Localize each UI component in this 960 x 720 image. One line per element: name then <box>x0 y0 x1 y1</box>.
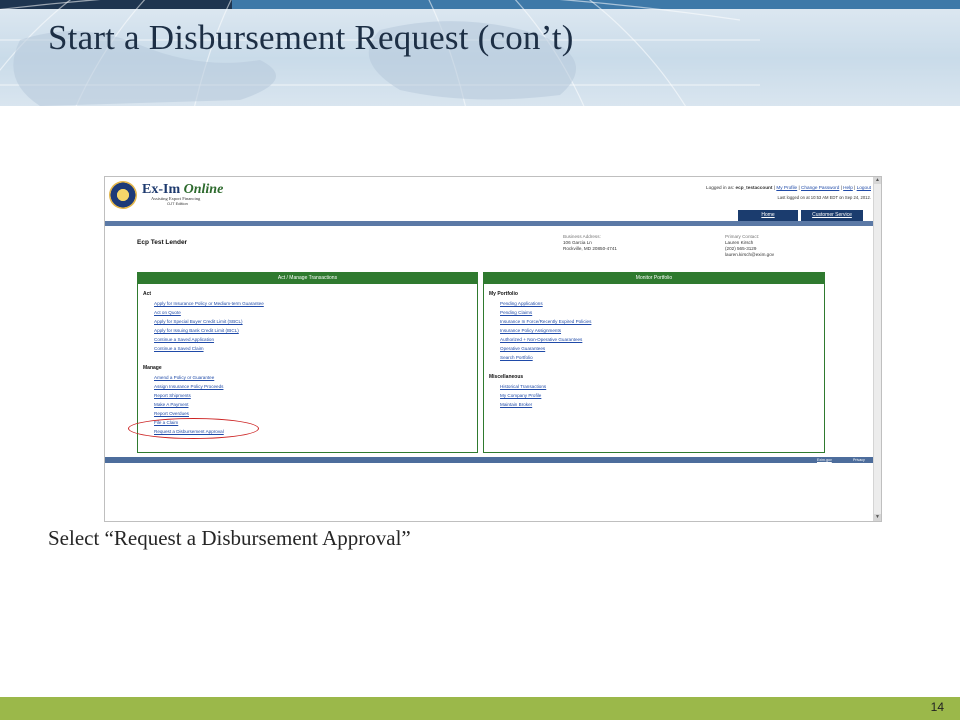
scroll-up-icon[interactable]: ▲ <box>874 177 881 184</box>
primary-contact: Primary Contact: Lauren Kirsch (202) 565… <box>725 234 774 258</box>
act-manage-panel-header: Act / Manage Transactions <box>138 273 477 284</box>
apply-sbcl-link[interactable]: Apply for Special Buyer Credit Limit (SB… <box>154 319 243 324</box>
exim-gov-link[interactable]: Exim.gov <box>817 457 832 463</box>
company-profile-link[interactable]: My Company Profile <box>500 393 541 398</box>
non-operative-guarantees-link[interactable]: Authorized + Non-Operative Guarantees <box>500 337 582 342</box>
manage-section-heading: Manage <box>143 365 162 371</box>
miscellaneous-heading: Miscellaneous <box>489 374 524 380</box>
pending-claims-link[interactable]: Pending Claims <box>500 310 532 315</box>
report-overdues-link[interactable]: Report Overdues <box>154 411 189 416</box>
ex-im-bank-seal-icon <box>109 181 137 209</box>
insurance-in-force-link[interactable]: Insurance In Force/Recently Expired Poli… <box>500 319 591 324</box>
app-screenshot: Ex-Im Online Assisting Export Financing … <box>104 176 882 522</box>
login-sep: | <box>854 185 856 190</box>
tab-home[interactable]: Home <box>738 210 798 221</box>
act-manage-panel: Act / Manage Transactions Act Apply for … <box>137 272 478 453</box>
login-sep: | <box>798 185 800 190</box>
business-address: Business Address: 106 Garcia Ln Rockvill… <box>563 234 617 252</box>
last-logged-text: Last logged on at 10:53 AM EDT on Sep 24… <box>777 195 871 200</box>
logout-link[interactable]: Logout <box>857 185 871 190</box>
tab-customer-service[interactable]: Customer Service <box>801 210 863 221</box>
slide-footer <box>0 697 960 720</box>
logo-name: Ex-Im <box>142 182 181 197</box>
slide-title: Start a Disbursement Request (con’t) <box>48 18 574 57</box>
apply-ibcl-link[interactable]: Apply for Issuing Bank Credit Limit (IBC… <box>154 328 239 333</box>
operative-guarantees-link[interactable]: Operative Guarantees <box>500 346 545 351</box>
app-footer-bar: Exim.gov Privacy <box>105 457 874 463</box>
slide-header: Start a Disbursement Request (con’t) <box>0 0 960 106</box>
my-portfolio-heading: My Portfolio <box>489 291 518 297</box>
file-claim-link[interactable]: File a Claim <box>154 420 178 425</box>
make-payment-link[interactable]: Make A Payment <box>154 402 188 407</box>
my-profile-link[interactable]: My Profile <box>776 185 797 190</box>
amend-policy-link[interactable]: Amend a Policy or Guarantee <box>154 375 214 380</box>
lender-name: Ecp Test Lender <box>137 239 188 246</box>
change-password-link[interactable]: Change Password <box>801 185 839 190</box>
assign-proceeds-link[interactable]: Assign Insurance Policy Proceeds <box>154 384 223 389</box>
act-on-quote-link[interactable]: Act on Quote <box>154 310 181 315</box>
slide-caption: Select “Request a Disbursement Approval” <box>48 526 411 550</box>
act-section-heading: Act <box>143 291 152 297</box>
report-shipments-link[interactable]: Report Shipments <box>154 393 191 398</box>
contact-email: lauren.kirsch@exim.gov <box>725 252 775 257</box>
maintain-broker-link[interactable]: Maintain Broker <box>500 402 532 407</box>
monitor-portfolio-panel-header: Monitor Portfolio <box>484 273 824 284</box>
scroll-down-icon: ▼ <box>874 514 881 521</box>
login-sep: | <box>773 185 776 190</box>
continue-saved-claim-link[interactable]: Continue a Saved Claim <box>154 346 204 351</box>
apply-insurance-policy-link[interactable]: Apply for Insurance Policy or Medium-ter… <box>154 301 264 306</box>
logo-edition: OJT Edition <box>167 201 188 206</box>
login-sep: | <box>840 185 842 190</box>
login-status: Logged in as: ecp_testaccount | My Profi… <box>706 185 871 190</box>
logo-name-italic: Online <box>183 182 224 197</box>
help-link[interactable]: Help <box>843 185 853 190</box>
request-disbursement-approval-link[interactable]: Request a Disbursement Approval <box>154 429 224 434</box>
privacy-link[interactable]: Privacy <box>853 457 865 463</box>
monitor-portfolio-panel: Monitor Portfolio My Portfolio Pending A… <box>483 272 825 453</box>
search-portfolio-link[interactable]: Search Portfolio <box>500 355 533 360</box>
address-line: Rockville, MD 20850-4741 <box>563 246 617 251</box>
pending-applications-link[interactable]: Pending Applications <box>500 301 543 306</box>
login-username: ecp_testaccount <box>735 185 773 190</box>
historical-transactions-link[interactable]: Historical Transactions <box>500 384 546 389</box>
policy-assignments-link[interactable]: Insurance Policy Assignments <box>500 328 561 333</box>
continue-saved-application-link[interactable]: Continue a Saved Application <box>154 337 214 342</box>
slide-number: 14 <box>930 700 944 714</box>
login-prefix: Logged in as: <box>706 185 735 190</box>
scrollbar[interactable]: ▲ ▼ <box>873 177 881 521</box>
nav-bar <box>105 221 874 226</box>
